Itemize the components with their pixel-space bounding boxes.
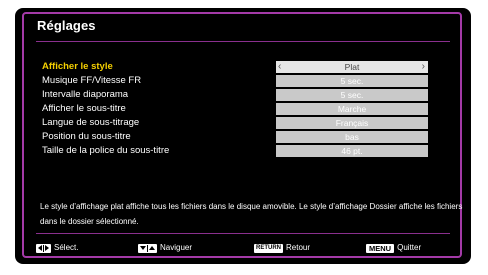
footer-hints: Sélect. Naviguer RETURN Retour MENU Quit… xyxy=(24,242,460,256)
hint-quit-label: Quitter xyxy=(397,243,422,252)
chevron-right-icon[interactable]: › xyxy=(422,61,425,73)
left-right-arrows-icon xyxy=(36,243,51,253)
setting-row-slideshow-interval[interactable]: Intervalle diaporama 5 sec. xyxy=(42,89,442,101)
setting-label: Afficher le sous-titre xyxy=(42,103,126,114)
setting-value[interactable]: 46 pt. xyxy=(276,145,428,157)
hint-back-label: Retour xyxy=(286,243,311,252)
setting-value[interactable]: Français xyxy=(276,117,428,129)
setting-value[interactable]: 5 sec. xyxy=(276,75,428,87)
setting-label: Intervalle diaporama xyxy=(42,89,129,100)
page-title: Réglages xyxy=(37,18,96,33)
setting-label: Musique FF/Vitesse FR xyxy=(42,75,142,86)
setting-value[interactable]: 5 sec. xyxy=(276,89,428,101)
menu-key-icon: MENU xyxy=(366,243,395,253)
footer-divider xyxy=(36,233,450,234)
hint-select-label: Sélect. xyxy=(54,243,79,252)
setting-row-subtitle-position[interactable]: Position du sous-titre bas xyxy=(42,131,442,143)
title-divider xyxy=(36,41,450,42)
setting-value-selector[interactable]: ‹ Plat › xyxy=(276,61,428,73)
return-key-icon: RETURN xyxy=(254,243,283,253)
down-up-arrows-icon xyxy=(138,243,157,253)
setting-value[interactable]: bas xyxy=(276,131,428,143)
hint-navigate-label: Naviguer xyxy=(160,243,193,252)
settings-dialog: Réglages Afficher le style ‹ Plat › Musi… xyxy=(22,12,462,258)
setting-row-show-subtitle[interactable]: Afficher le sous-titre Marche xyxy=(42,103,442,115)
setting-row-subtitle-font-size[interactable]: Taille de la police du sous-titre 46 pt. xyxy=(42,145,442,157)
setting-label: Position du sous-titre xyxy=(42,131,131,142)
setting-value: Plat xyxy=(344,62,360,72)
setting-label: Afficher le style xyxy=(42,61,113,72)
setting-row-ff-fr-speed[interactable]: Musique FF/Vitesse FR 5 sec. xyxy=(42,75,442,87)
hint-quit: MENU Quitter xyxy=(366,242,421,254)
hint-navigate: Naviguer xyxy=(138,242,192,254)
setting-label: Langue de sous-titrage xyxy=(42,117,140,128)
setting-row-display-style[interactable]: Afficher le style ‹ Plat › xyxy=(42,61,442,73)
setting-label: Taille de la police du sous-titre xyxy=(42,145,170,156)
tv-screen: Réglages Afficher le style ‹ Plat › Musi… xyxy=(15,8,471,264)
hint-back: RETURN Retour xyxy=(254,242,310,254)
setting-value[interactable]: Marche xyxy=(276,103,428,115)
chevron-left-icon[interactable]: ‹ xyxy=(278,61,281,73)
hint-select: Sélect. xyxy=(36,242,78,254)
setting-row-subtitle-language[interactable]: Langue de sous-titrage Français xyxy=(42,117,442,129)
help-description: Le style d’affichage plat affiche tous l… xyxy=(40,202,463,226)
